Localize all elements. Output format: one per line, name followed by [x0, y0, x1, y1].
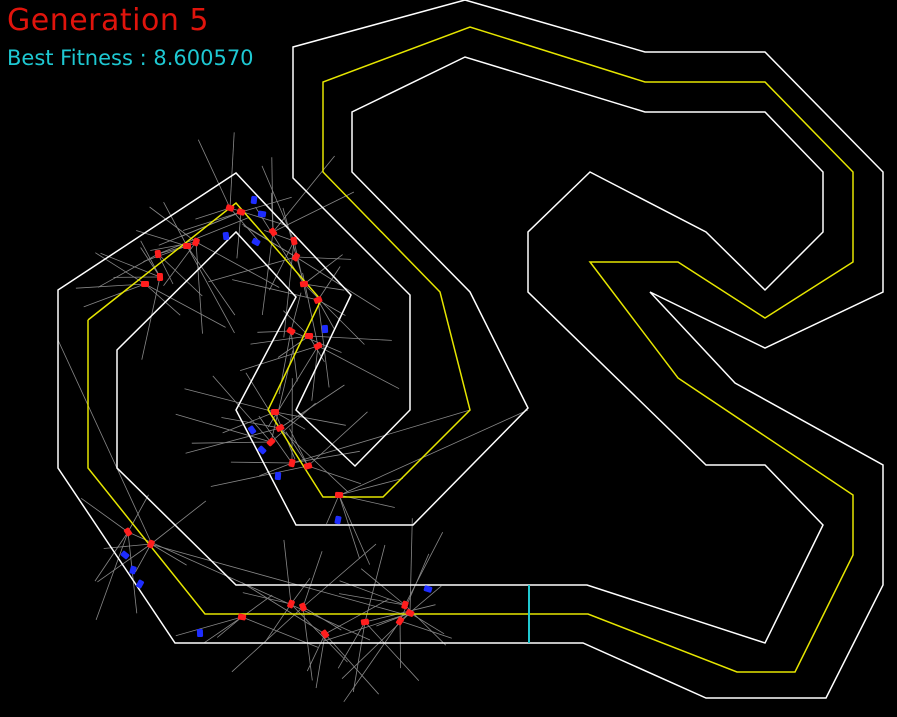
sensor-ray [265, 604, 291, 642]
sensor-ray [151, 501, 206, 544]
sensor-ray [208, 257, 296, 282]
car-alive [155, 250, 162, 259]
car-alive [141, 281, 149, 287]
generation-label: Generation 5 [7, 3, 209, 39]
sensor-ray [273, 156, 335, 232]
sensor-ray [344, 621, 400, 702]
sensor-ray [185, 389, 276, 412]
sensor-ray [296, 257, 351, 259]
sensor-ray [304, 284, 364, 345]
sensor-ray [291, 578, 310, 604]
track-view [0, 0, 897, 713]
sensor-ray [58, 340, 150, 540]
sensor-ray [400, 621, 452, 638]
sensor-ray [316, 634, 325, 688]
sensor-ray [204, 617, 242, 643]
car-alive [299, 602, 308, 612]
sensor-ray [164, 202, 187, 246]
car-crashed [423, 585, 432, 593]
car-alive [313, 341, 323, 350]
sensor-ray [150, 544, 410, 616]
sensor-ray [283, 208, 304, 284]
car-alive [123, 527, 132, 537]
sensor-ray [128, 495, 149, 532]
car-alive [361, 618, 370, 625]
car-crashed [129, 565, 137, 574]
sensor-ray [217, 617, 242, 638]
car-alive [305, 333, 313, 339]
sensor-ray [98, 254, 158, 287]
sensor-ray [400, 621, 401, 668]
car-crashed [135, 579, 144, 589]
car-alive [271, 409, 279, 415]
sensor-ray [158, 218, 249, 255]
car-crashed [258, 210, 267, 217]
sensor-ray [284, 540, 291, 604]
car-crashed [322, 325, 328, 333]
car-alive [300, 281, 309, 288]
sensor-ray [339, 495, 370, 565]
car-crashed [334, 515, 342, 524]
inner-track-wall [117, 57, 823, 643]
car-crashed [223, 232, 230, 241]
sensor-ray [410, 613, 444, 634]
sensor-ray [325, 599, 389, 634]
sensor-ray [151, 544, 187, 565]
car-alive [303, 462, 312, 470]
sensor-ray [309, 336, 392, 340]
simulation-canvas: Generation 5 Best Fitness : 8.600570 [0, 0, 897, 713]
sensor-ray [230, 132, 234, 208]
sensor-ray [176, 414, 271, 442]
sensor-ray [192, 442, 271, 443]
racing-center-line [88, 27, 853, 672]
sensor-ray [231, 462, 292, 463]
sensor-ray [361, 569, 405, 605]
sensor-ray [176, 617, 242, 636]
sensor-ray [318, 346, 399, 389]
sensor-ray [198, 140, 230, 208]
car-crashed [251, 196, 258, 205]
sensor-ray [136, 544, 152, 572]
sensor-ray [97, 544, 151, 582]
car-crashed [251, 237, 261, 246]
sensor-ray [308, 466, 361, 484]
sensor-ray [81, 498, 128, 532]
outer-track-wall [58, 0, 883, 698]
car-alive [183, 243, 191, 249]
sensor-ray [365, 545, 385, 622]
sensor-ray [286, 432, 308, 466]
sensor-ray [339, 495, 360, 559]
car-alive [236, 208, 245, 216]
sensor-ray [96, 532, 128, 620]
car-alive [286, 326, 296, 335]
car-alive [313, 296, 323, 305]
car-crashed [275, 472, 282, 480]
car-crashed [120, 550, 130, 560]
sensor-rays-layer [58, 132, 528, 701]
sensor-ray [240, 346, 318, 371]
best-fitness-label: Best Fitness : 8.600570 [7, 44, 254, 72]
sensor-ray [145, 284, 180, 315]
sensor-ray [196, 242, 203, 334]
sensor-ray [291, 604, 348, 662]
car-crashed [197, 629, 203, 637]
car-alive [335, 492, 343, 498]
sensor-ray [257, 331, 291, 332]
sensor-ray [410, 518, 412, 613]
car-alive [157, 273, 163, 281]
sensor-ray [211, 466, 308, 487]
